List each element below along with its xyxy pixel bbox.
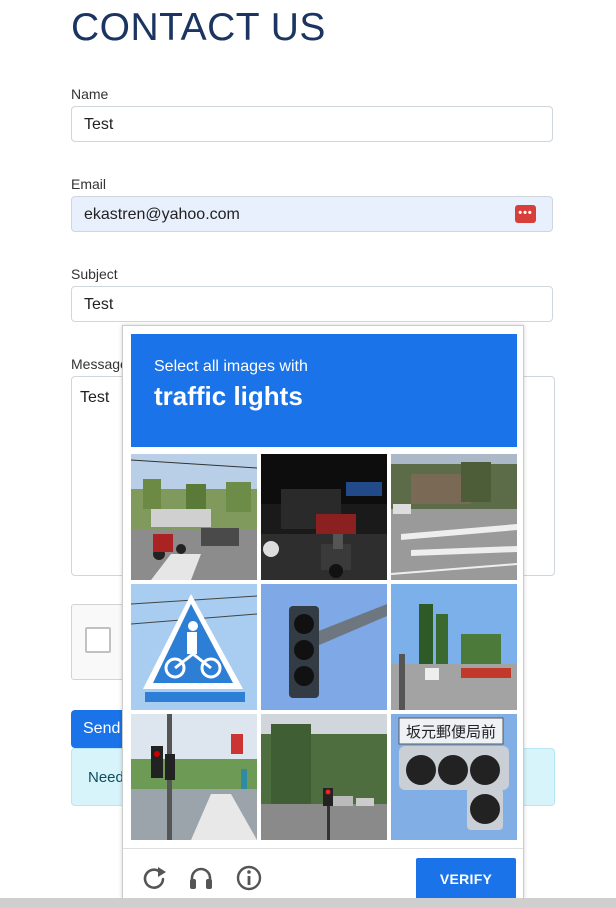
captcha-challenge: Select all images with traffic lights 坂元… <box>122 325 524 900</box>
audio-icon[interactable] <box>187 864 215 892</box>
contact-page: CONTACT US Name Test Email ekastren@yaho… <box>0 0 616 908</box>
help-text: Need <box>88 769 124 786</box>
captcha-grid: 坂元郵便局前 <box>131 454 517 840</box>
recaptcha-checkbox[interactable] <box>85 627 111 653</box>
captcha-tile[interactable]: 坂元郵便局前 <box>391 714 517 840</box>
email-value: ekastren@yahoo.com <box>84 206 240 223</box>
captcha-header: Select all images with traffic lights <box>131 334 517 447</box>
reload-icon[interactable] <box>140 864 168 892</box>
captcha-tile[interactable] <box>391 584 517 710</box>
captcha-tile[interactable] <box>261 454 387 580</box>
tile-sign-text: 坂元郵便局前 <box>406 723 496 741</box>
email-field[interactable]: ekastren@yahoo.com ••• <box>71 196 553 232</box>
page-title: CONTACT US <box>71 6 326 49</box>
subject-label: Subject <box>71 266 118 282</box>
captcha-tile[interactable] <box>391 454 517 580</box>
captcha-tile[interactable] <box>131 584 257 710</box>
message-label: Message <box>71 356 128 372</box>
email-label: Email <box>71 176 107 192</box>
captcha-target: traffic lights <box>154 381 303 411</box>
captcha-tile[interactable] <box>131 714 257 840</box>
captcha-tile[interactable] <box>131 454 257 580</box>
captcha-prompt: Select all images with <box>154 358 308 375</box>
name-field[interactable]: Test <box>71 106 553 142</box>
subject-field[interactable]: Test <box>71 286 553 322</box>
name-label: Name <box>71 86 109 102</box>
captcha-tile[interactable] <box>261 584 387 710</box>
password-manager-icon[interactable]: ••• <box>515 205 536 223</box>
info-icon[interactable] <box>235 864 263 892</box>
bottom-scrollbar <box>0 898 616 908</box>
verify-button[interactable]: VERIFY <box>416 858 516 900</box>
captcha-footer: VERIFY <box>123 848 523 901</box>
captcha-tile[interactable] <box>261 714 387 840</box>
